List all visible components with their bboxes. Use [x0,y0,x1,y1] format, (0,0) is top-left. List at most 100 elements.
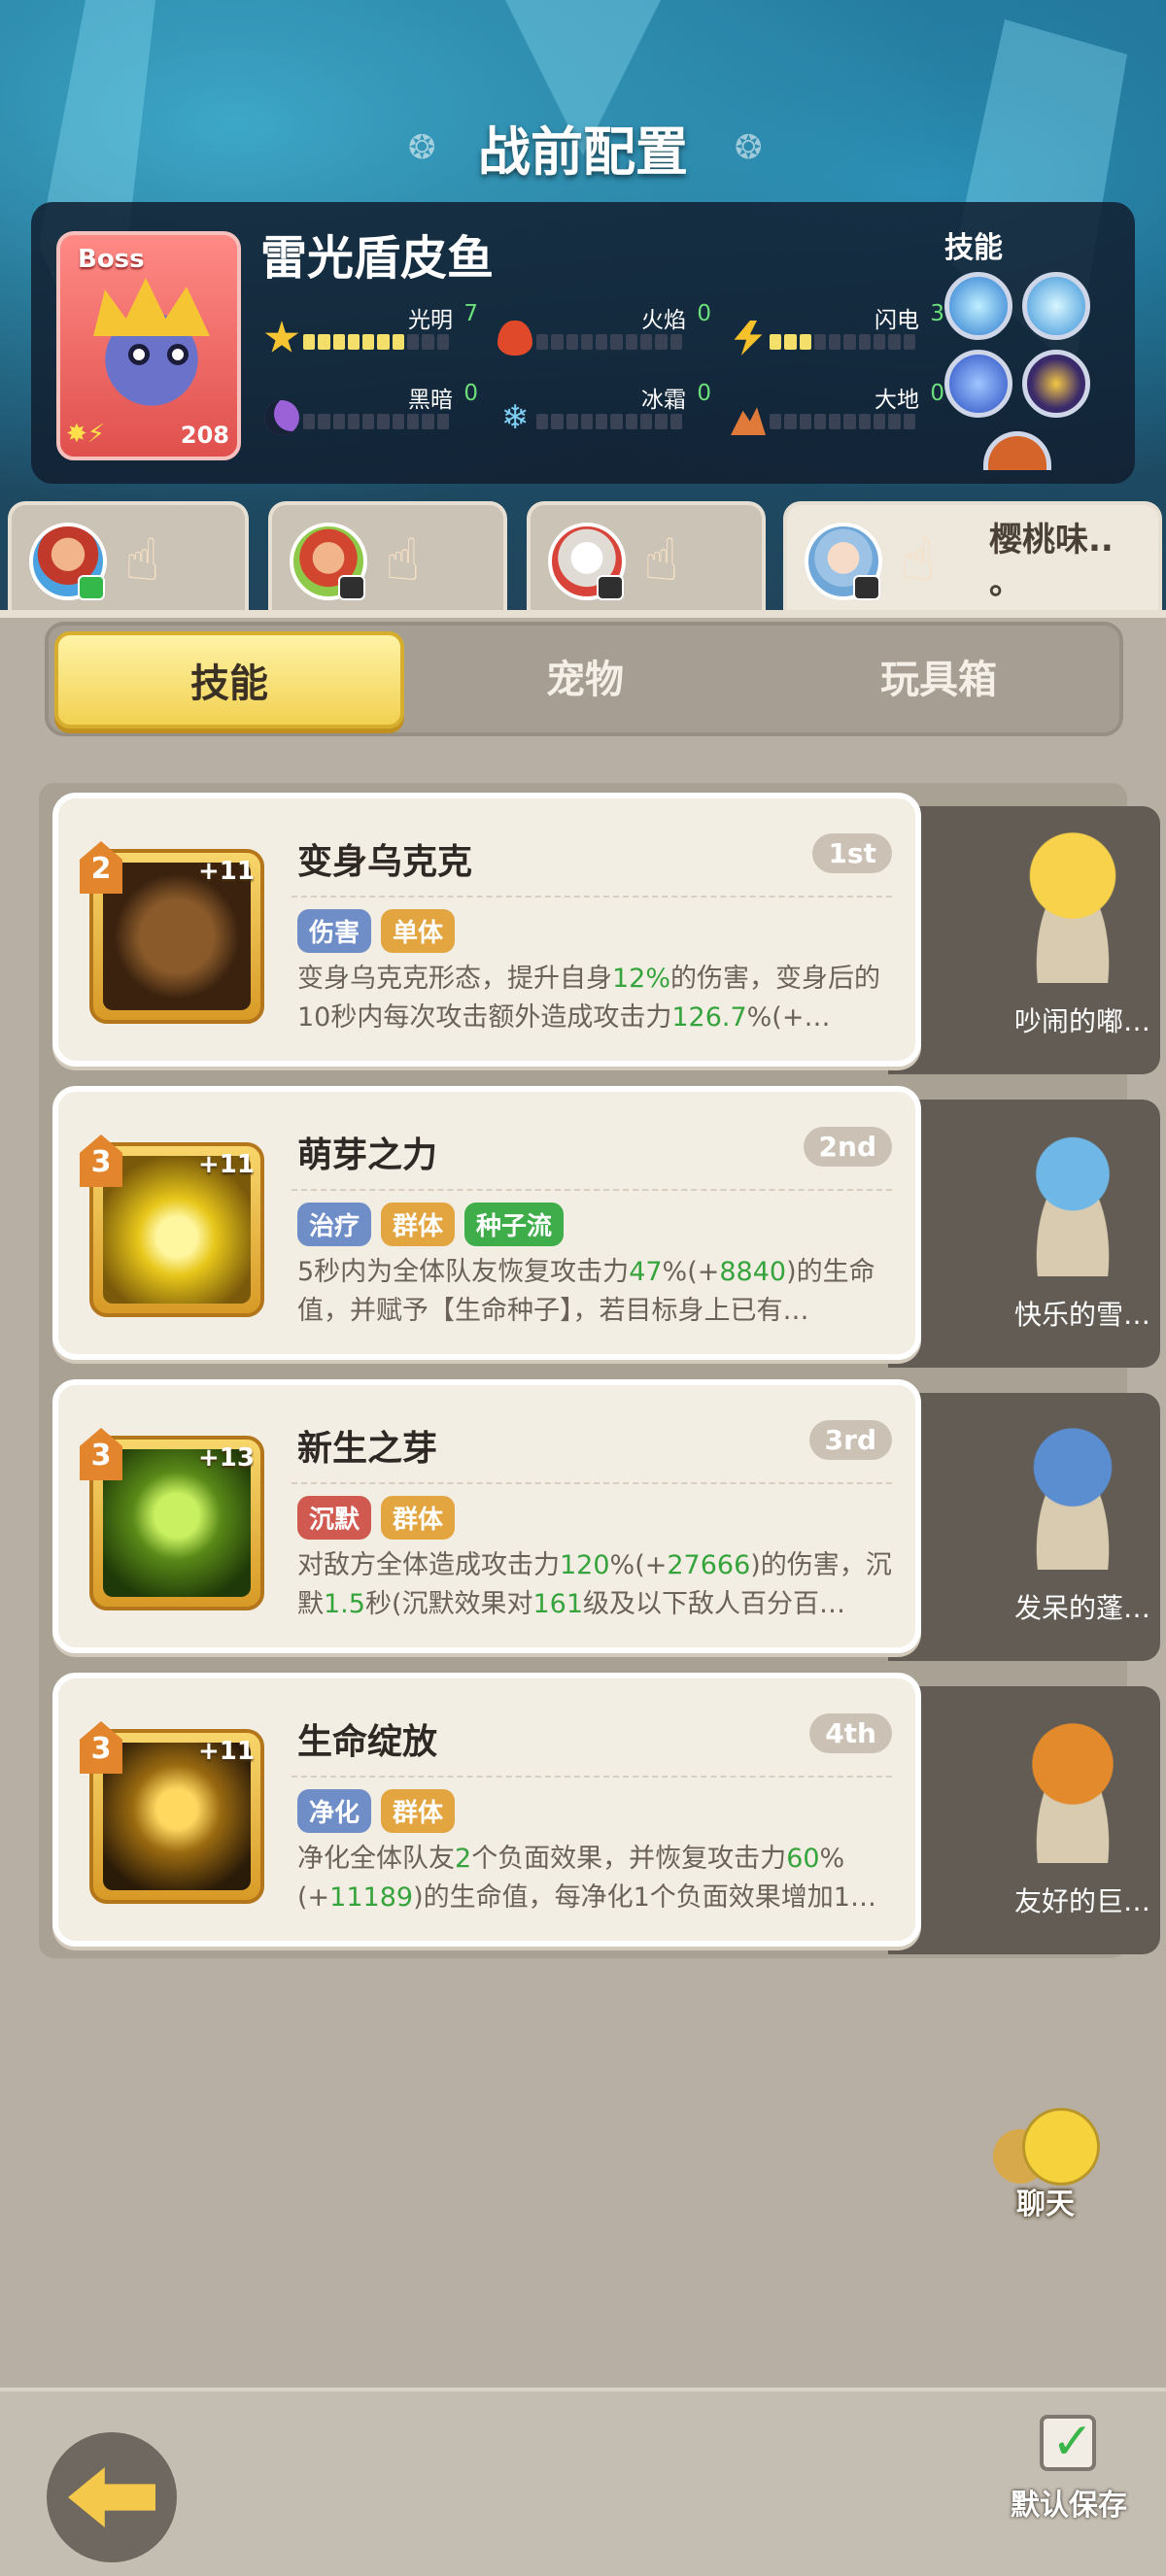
element-value: 0 [463,381,478,406]
boss-skill-lantern-icon[interactable] [1022,350,1090,418]
boss-info-panel: Boss ✸⚡ 208 雷光盾皮鱼 光明 7 火焰 0 闪电 3 黑暗 0 冰霜… [31,202,1135,484]
desc-highlight: 12% [612,964,671,994]
bar-segment [407,414,420,429]
skill-plus: +11 [198,1150,255,1179]
desc-text: %(+ [662,1257,720,1287]
team-tab-1[interactable]: ☝ [8,501,249,614]
boss-name: 雷光盾皮鱼 [260,231,495,286]
tab-skills[interactable]: 技能 [54,631,404,729]
skill-description: 对敌方全体造成攻击力120%(+27666)的伤害，沉默1.5秒(沉默效果对16… [297,1546,911,1661]
pet-slot[interactable]: 友好的巨… [888,1686,1160,1954]
element-bar [536,414,682,429]
bar-segment [858,414,872,429]
element-name: 冰霜 [641,388,686,413]
element-name: 闪电 [874,308,919,333]
pet-name: 吵闹的嘟… [1014,1005,1151,1037]
bar-segment [799,334,811,350]
desc-highlight: 60 [786,1844,820,1874]
skill-row: 吵闹的嘟… 2 +11 变身乌克克 1st 伤害 单体 变身乌克克形态，提升自身… [52,793,1160,1074]
skill-card[interactable]: 3 +13 新生之芽 3rd 沉默 群体 对敌方全体造成攻击力120%(+276… [52,1379,921,1653]
boss-portrait[interactable]: Boss ✸⚡ 208 [56,231,241,460]
desc-text: 变身乌克克形态，提升自身 [297,964,612,994]
desc-highlight: 1.5 [324,1589,365,1619]
bar-segment [347,414,360,429]
skill-row: 友好的巨… 3 +11 生命绽放 4th 净化 群体 净化全体队友2个负面效果，… [52,1673,1160,1954]
back-button[interactable] [47,2432,177,2562]
skill-card[interactable]: 3 +11 生命绽放 4th 净化 群体 净化全体队友2个负面效果，并恢复攻击力… [52,1673,921,1947]
boss-skill-frost-icon[interactable] [1022,272,1090,340]
skill-plus: +11 [198,857,255,886]
bottom-bar: ✓ 默认保存 [0,2388,1166,2576]
bar-segment [422,334,434,350]
skill-row: 快乐的雪… 3 +11 萌芽之力 2nd 治疗 群体 种子流 5秒内为全体队友恢… [52,1086,1160,1368]
element-value: 7 [463,301,478,326]
bar-segment [610,334,623,350]
page-title: 战前配置 [478,121,688,183]
skill-card[interactable]: 2 +11 变身乌克克 1st 伤害 单体 变身乌克克形态，提升自身12%的伤害… [52,793,921,1067]
bar-segment [903,334,915,350]
bar-segment [392,334,405,350]
tag: 治疗 [297,1203,372,1246]
bar-segment [640,414,653,429]
bar-segment [332,414,345,429]
hero-badge-icon [853,575,880,600]
skill-description: 净化全体队友2个负面效果，并恢复攻击力60%(+11189)的生命值，每净化1个… [297,1840,911,1954]
chat-label: 聊天 [1016,2187,1075,2221]
bar-segment [784,414,797,429]
bar-segment [362,334,375,350]
skill-plus: +11 [198,1737,255,1766]
checkmark-icon: ✓ [1051,2413,1094,2471]
chat-button[interactable]: 聊天 [993,2108,1119,2221]
tab-pets[interactable]: 宠物 [410,631,760,729]
desc-text: 对敌方全体造成攻击力 [297,1550,560,1580]
desc-text: 秒(沉默效果对 [364,1589,533,1619]
pet-figure [1010,1111,1136,1276]
bar-segment [347,334,360,350]
desc-text: %(+… [746,1002,831,1033]
skill-title: 生命绽放 [297,1722,438,1762]
pet-slot[interactable]: 快乐的雪… [888,1100,1160,1368]
skill-card[interactable]: 3 +11 萌芽之力 2nd 治疗 群体 种子流 5秒内为全体队友恢复攻击力47… [52,1086,921,1360]
flame-icon [497,321,532,356]
skill-title: 萌芽之力 [297,1135,438,1175]
pet-slot[interactable]: 吵闹的嘟… [888,806,1160,1074]
bar-segment [669,414,682,429]
tap-hand-icon: ☝ [643,526,679,594]
team-tab-4[interactable]: ☝ 樱桃味.. 。 [783,501,1162,614]
bar-segment [596,334,608,350]
desc-highlight: 47 [629,1257,663,1287]
pet-slot[interactable]: 发呆的蓬… [888,1393,1160,1661]
skill-description: 变身乌克克形态，提升自身12%的伤害，变身后的10秒内每次攻击额外造成攻击力12… [297,960,911,1074]
tag: 群体 [381,1496,456,1540]
bar-segment [566,334,578,350]
boss-skill-ice-icon[interactable] [944,272,1012,340]
bar-segment [377,334,390,350]
tab-toybox[interactable]: 玩具箱 [764,631,1114,729]
element-bar [770,414,915,429]
hero-badge-icon [597,575,624,600]
boss-skill-fire-icon[interactable] [983,431,1051,470]
bar-segment [318,414,330,429]
tap-hand-icon: ☝ [900,526,936,594]
element-light: 光明 7 [264,301,517,359]
team-tab-3[interactable]: ☝ [527,501,766,614]
skill-rank: 1st [812,833,892,873]
divider [292,1482,892,1484]
element-name: 光明 [408,308,453,333]
desc-highlight: 11189 [329,1882,414,1913]
default-save-checkbox[interactable]: ✓ [1040,2413,1096,2471]
bar-segment [436,414,449,429]
bar-segment [813,414,827,429]
bar-segment [332,334,345,350]
team-tab-2[interactable]: ☝ [268,501,507,614]
desc-text: %(+ [609,1550,668,1580]
desc-highlight: 120 [560,1550,610,1580]
bar-segment [551,414,564,429]
boss-skill-lightning-icon[interactable] [944,350,1012,418]
bar-segment [858,334,872,350]
element-name: 大地 [874,388,919,413]
bar-segment [843,334,856,350]
category-tabs: 技能 宠物 玩具箱 [45,622,1123,736]
tag: 单体 [381,909,456,953]
bar-segment [551,334,564,350]
